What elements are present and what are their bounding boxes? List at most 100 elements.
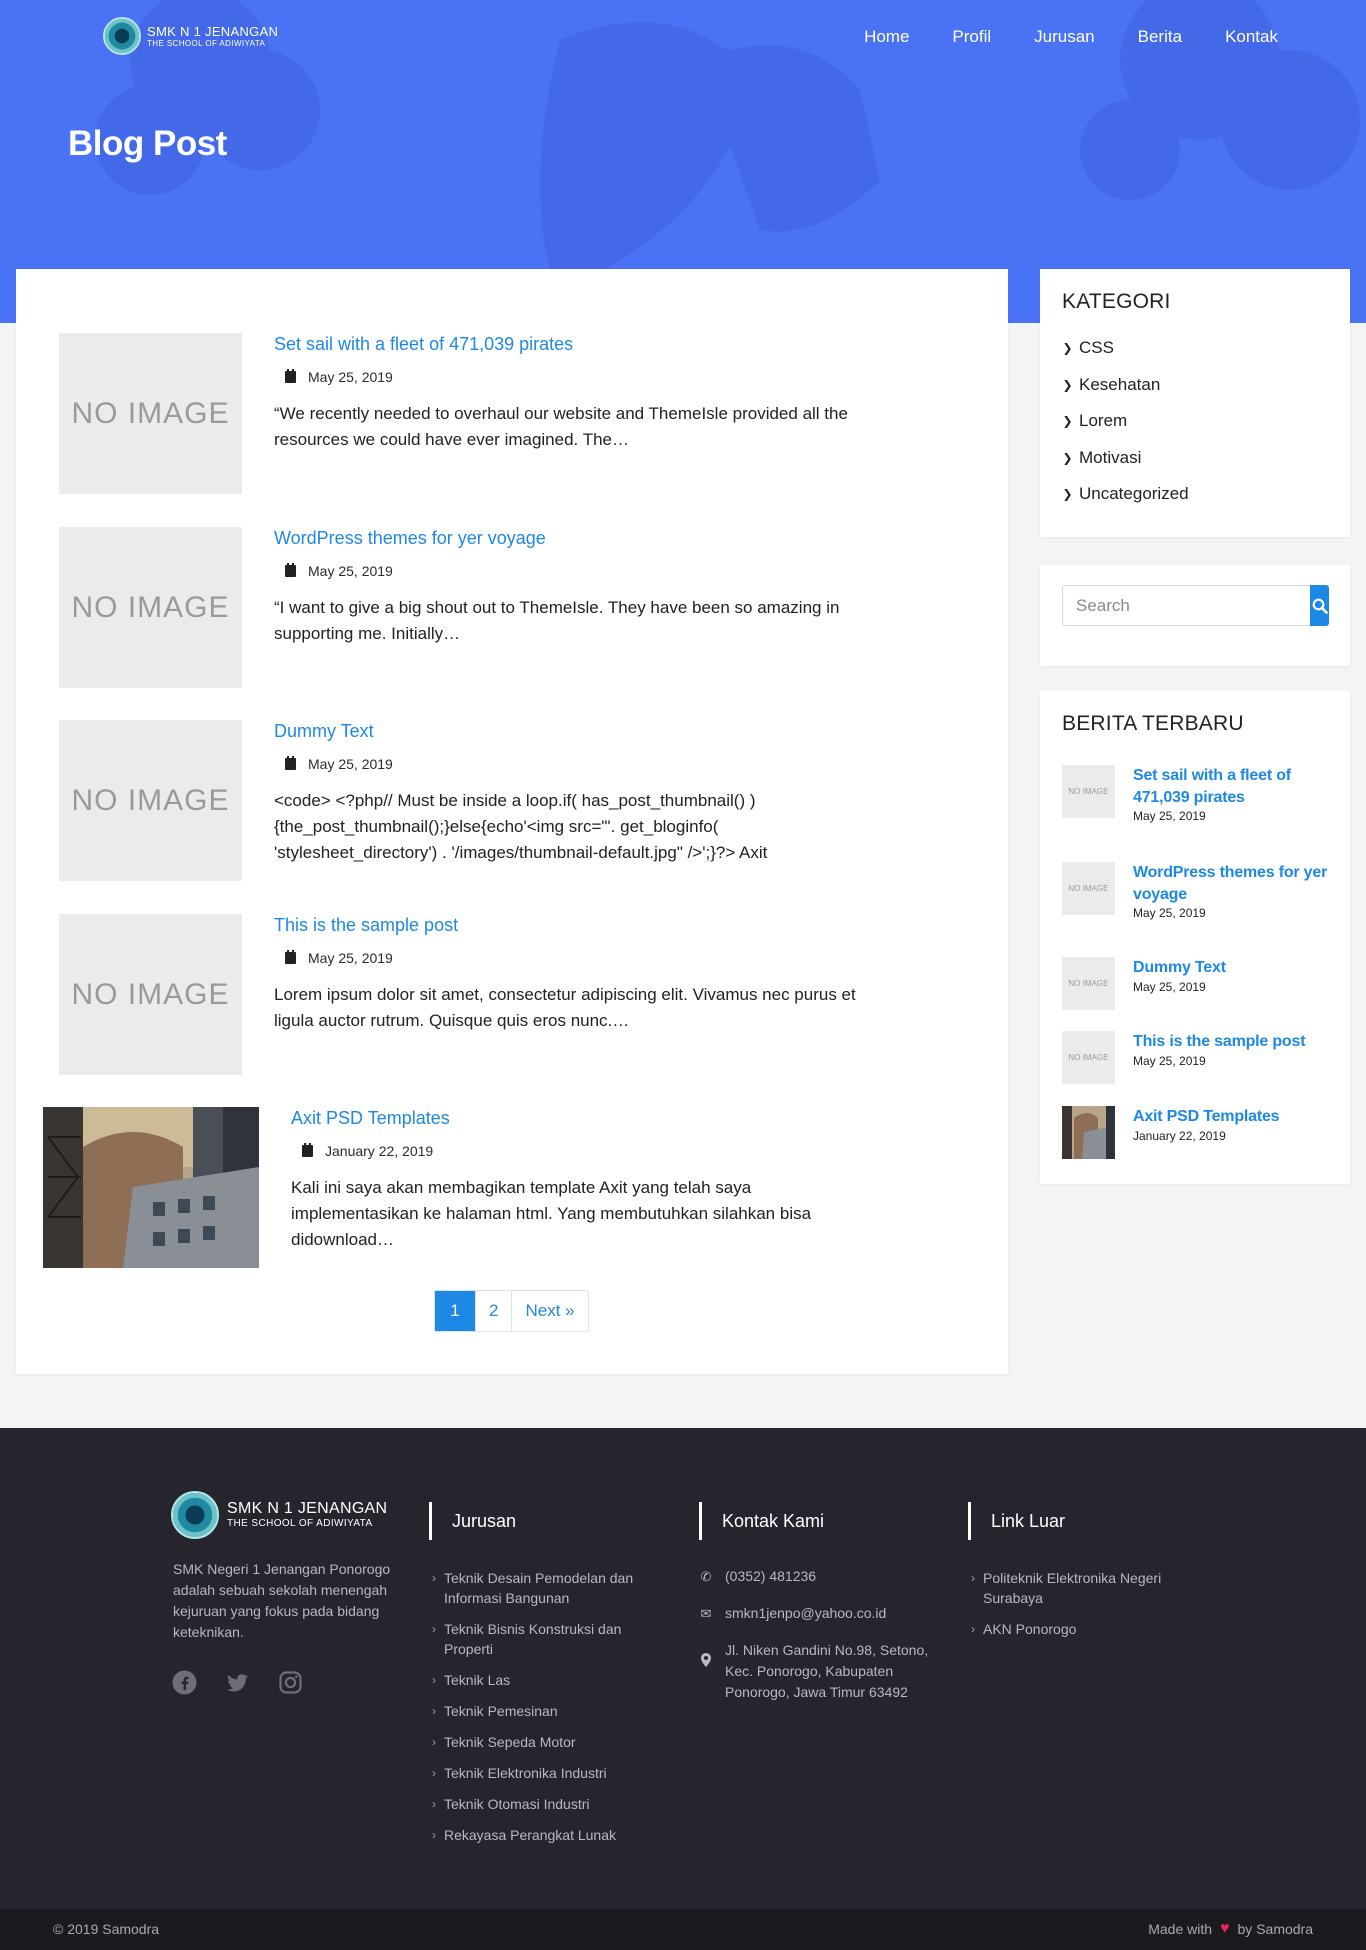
post-title-link[interactable]: This is the sample post (274, 915, 458, 936)
recent-post-title[interactable]: This is the sample post (1133, 1031, 1333, 1053)
made-by-text: by Samodra (1237, 1921, 1313, 1937)
recent-post-title[interactable]: Axit PSD Templates (1133, 1106, 1333, 1128)
recent-posts-title: BERITA TERBARU (1062, 712, 1244, 735)
jurusan-item[interactable]: › Teknik Elektronika Industri (432, 1763, 659, 1783)
nav-home[interactable]: Home (864, 27, 909, 47)
page-title: Blog Post (68, 124, 227, 163)
contact-email[interactable]: ✉ smkn1jenpo@yahoo.co.id (699, 1603, 939, 1624)
calendar-icon (285, 950, 296, 964)
jurusan-item[interactable]: › Teknik Pemesinan (432, 1701, 659, 1721)
made-with: Made with ♥ by Samodra (1148, 1920, 1313, 1938)
recent-post-thumbnail-photo[interactable] (1062, 1106, 1115, 1159)
search-form (1062, 585, 1329, 626)
chevron-right-icon: › (971, 1571, 975, 1585)
footer-kontak-title: Kontak Kami (699, 1502, 939, 1540)
contact-address: Jl. Niken Gandini No.98, Setono, Kec. Po… (699, 1640, 939, 1703)
jurusan-label: Teknik Otomasi Industri (444, 1796, 590, 1812)
category-label: Kesehatan (1079, 374, 1161, 394)
chevron-right-icon: › (432, 1828, 436, 1842)
link-luar-label: Politeknik Elektronika Negeri Surabaya (983, 1570, 1162, 1606)
calendar-icon (285, 369, 296, 383)
search-input[interactable] (1062, 585, 1310, 626)
nav-kontak[interactable]: Kontak (1225, 27, 1278, 47)
nav-profil[interactable]: Profil (952, 27, 991, 47)
footer-link-luar-title: Link Luar (968, 1502, 1188, 1540)
instagram-icon[interactable] (278, 1670, 303, 1695)
post-date-text: May 25, 2019 (308, 950, 393, 966)
recent-post-title[interactable]: WordPress themes for yer voyage (1133, 862, 1333, 906)
site-logo[interactable]: SMK N 1 JENANGAN THE SCHOOL OF ADIWIYATA (103, 17, 278, 55)
recent-post-date: May 25, 2019 (1133, 980, 1206, 994)
category-item[interactable]: ❯ Kesehatan (1062, 367, 1328, 404)
recent-post-thumbnail[interactable]: NO IMAGE (1062, 1031, 1115, 1084)
chevron-right-icon: ❯ (1062, 487, 1073, 502)
jurusan-item[interactable]: › Teknik Sepeda Motor (432, 1732, 659, 1752)
chevron-right-icon: › (971, 1622, 975, 1636)
footer-jurusan-title: Jurusan (429, 1502, 659, 1540)
search-icon (1312, 598, 1328, 614)
recent-post-thumbnail[interactable]: NO IMAGE (1062, 765, 1115, 818)
category-item[interactable]: ❯ Motivasi (1062, 440, 1328, 477)
jurusan-item[interactable]: › Rekayasa Perangkat Lunak (432, 1825, 659, 1845)
jurusan-item[interactable]: › Teknik Otomasi Industri (432, 1794, 659, 1814)
chevron-right-icon: ❯ (1062, 341, 1073, 356)
footer-jurusan: Jurusan › Teknik Desain Pemodelan dan Inf… (429, 1502, 659, 1856)
heart-icon: ♥ (1220, 1920, 1230, 1937)
chevron-right-icon: ❯ (1062, 377, 1073, 392)
map-marker-icon (699, 1640, 713, 1703)
bottom-bar: © 2019 Samodra Made with ♥ by Samodra (0, 1909, 1366, 1950)
jurusan-item[interactable]: › Teknik Las (432, 1670, 659, 1690)
post-date: May 25, 2019 (285, 563, 393, 579)
chevron-right-icon: ❯ (1062, 450, 1073, 465)
page-1-link[interactable]: 1 (435, 1291, 475, 1331)
recent-post-date: May 25, 2019 (1133, 1054, 1206, 1068)
footer-logo-title: SMK N 1 JENANGAN (227, 1500, 388, 1517)
footer-logo[interactable]: SMK N 1 JENANGAN THE SCHOOL OF ADIWIYATA (171, 1491, 387, 1539)
recent-post-thumbnail[interactable]: NO IMAGE (1062, 957, 1115, 1010)
post-thumbnail[interactable]: NO IMAGE (59, 914, 242, 1075)
recent-post-date: May 25, 2019 (1133, 906, 1206, 920)
recent-post-title[interactable]: Dummy Text (1133, 957, 1333, 979)
post-thumbnail[interactable]: NO IMAGE (59, 720, 242, 881)
footer-about: SMK Negeri 1 Jenangan Ponorogo adalah se… (173, 1561, 391, 1640)
category-item[interactable]: ❯ Uncategorized (1062, 476, 1328, 513)
post-title-link[interactable]: WordPress themes for yer voyage (274, 528, 546, 549)
post-date: January 22, 2019 (302, 1143, 433, 1159)
footer-logo-subtitle: THE SCHOOL OF ADIWIYATA (227, 1518, 373, 1529)
nav-berita[interactable]: Berita (1138, 27, 1182, 47)
chevron-right-icon: › (432, 1571, 436, 1585)
facebook-icon[interactable] (172, 1670, 197, 1695)
post-thumbnail[interactable]: NO IMAGE (59, 333, 242, 494)
post-date: May 25, 2019 (285, 756, 393, 772)
category-item[interactable]: ❯ Lorem (1062, 403, 1328, 440)
nav-jurusan[interactable]: Jurusan (1034, 27, 1094, 47)
recent-post-date: January 22, 2019 (1133, 1129, 1226, 1143)
search-button[interactable] (1310, 585, 1329, 626)
link-luar-item[interactable]: › AKN Ponorogo (971, 1619, 1188, 1639)
post-excerpt: “We recently needed to overhaul our webs… (274, 404, 848, 449)
recent-post-title[interactable]: Set sail with a fleet of 471,039 pirates (1133, 765, 1333, 809)
twitter-icon[interactable] (225, 1670, 250, 1695)
post-thumbnail[interactable]: NO IMAGE (59, 527, 242, 688)
post-title-link[interactable]: Dummy Text (274, 721, 374, 742)
logo-subtitle: THE SCHOOL OF ADIWIYATA (147, 38, 266, 48)
post-title-link[interactable]: Axit PSD Templates (291, 1108, 450, 1129)
page-2-link[interactable]: 2 (475, 1291, 511, 1331)
post-list: NO IMAGE Set sail with a fleet of 471,03… (16, 269, 1008, 1374)
category-item[interactable]: ❯ CSS (1062, 330, 1328, 367)
post-title-link[interactable]: Set sail with a fleet of 471,039 pirates (274, 334, 573, 355)
jurusan-label: Teknik Desain Pemodelan dan Informasi Ba… (444, 1570, 634, 1606)
copyright: © 2019 Samodra (53, 1921, 160, 1937)
school-emblem-icon (171, 1491, 219, 1539)
post-thumbnail-photo[interactable] (43, 1107, 259, 1268)
calendar-icon (302, 1143, 313, 1157)
post-date-text: May 25, 2019 (308, 369, 393, 385)
chevron-right-icon: › (432, 1622, 436, 1636)
recent-post-thumbnail[interactable]: NO IMAGE (1062, 862, 1115, 915)
next-page-link[interactable]: Next » (511, 1291, 587, 1331)
chevron-right-icon: › (432, 1735, 436, 1749)
site-footer: SMK N 1 JENANGAN THE SCHOOL OF ADIWIYATA… (0, 1428, 1366, 1909)
jurusan-item[interactable]: › Teknik Bisnis Konstruksi dan Properti (432, 1619, 659, 1659)
link-luar-item[interactable]: › Politeknik Elektronika Negeri Surabaya (971, 1568, 1188, 1608)
jurusan-item[interactable]: › Teknik Desain Pemodelan dan Informasi B… (432, 1568, 659, 1608)
